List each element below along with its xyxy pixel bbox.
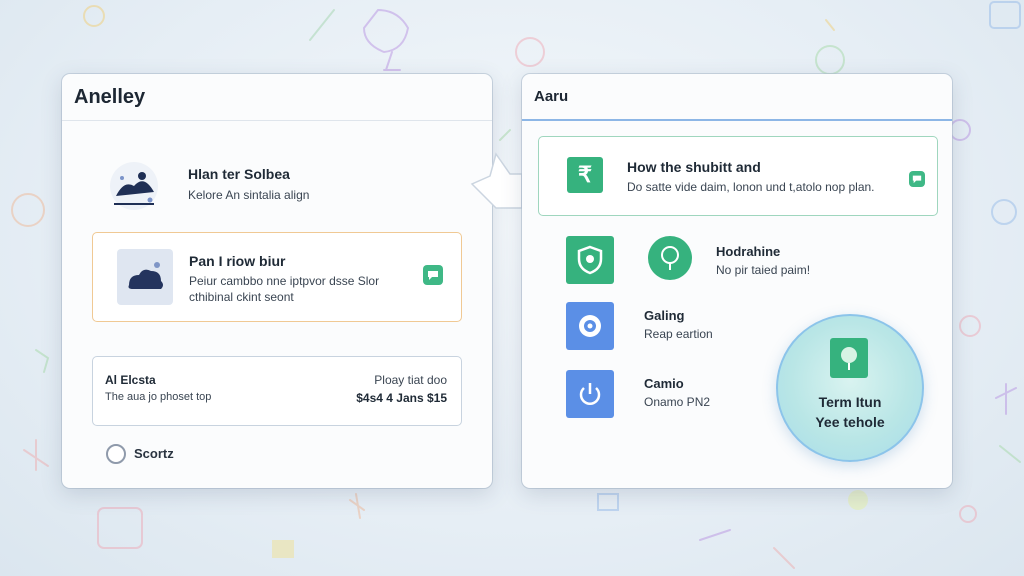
term-circle-button[interactable]: Term Itun Yee tehole (776, 314, 924, 462)
radio-label: Scortz (134, 446, 174, 461)
summary-right-title: Ploay tiat doo (374, 373, 447, 387)
list-item-hlan[interactable]: Hlan ter Solbea Kelore An sintalia align (106, 156, 466, 216)
chat-icon[interactable] (909, 171, 925, 187)
card-price-summary[interactable]: Al Elcsta The aua jo phoset top Ploay ti… (92, 356, 462, 426)
rupee-icon: ₹ (567, 157, 603, 193)
item-hodrahine-subtitle: No pir taied paim! (716, 263, 811, 277)
summary-price: $4s4 4 Jans $15 (356, 391, 447, 405)
item-hodrahine-title: Hodrahine (716, 244, 781, 259)
card-pan-riow[interactable]: Pan I riow biur Peiur cambbo nne iptpvor… (92, 232, 462, 322)
circle-line1: Term Itun (818, 394, 882, 410)
item-camio-title: Camio (644, 376, 684, 391)
left-panel: Anelley Hlan ter Solbea Kelore An sintal… (62, 74, 492, 488)
card-title: Pan I riow biur (189, 253, 286, 269)
summary-left-title: Al Elcsta (105, 373, 156, 387)
connector-arrow-icon (470, 152, 523, 209)
tree-icon (830, 338, 868, 378)
card-title: How the shubitt and (627, 159, 761, 175)
right-panel: Aaru ₹ How the shubitt and Do satte vide… (522, 74, 952, 488)
illustration-icon (106, 158, 162, 214)
card-how-shubitt[interactable]: ₹ How the shubitt and Do satte vide daim… (538, 136, 938, 216)
item-camio-subtitle: Onamo PN2 (644, 395, 711, 409)
radio-scortz[interactable] (106, 444, 126, 464)
power-icon[interactable] (566, 370, 614, 418)
summary-left-sub: The aua jo phoset top (105, 391, 212, 403)
card-subtitle-line2: cthibinal ckint seont (189, 290, 294, 304)
shield-icon[interactable] (566, 236, 614, 284)
card-subtitle-line1: Peiur cambbo nne iptpvor dsse Slor (189, 274, 380, 288)
left-panel-title: Anelley (62, 74, 492, 121)
cloud-image-icon (117, 249, 173, 305)
tree-icon[interactable] (648, 236, 692, 280)
right-panel-title: Aaru (522, 74, 952, 121)
item-title: Hlan ter Solbea (188, 166, 290, 182)
target-icon[interactable] (566, 302, 614, 350)
chat-icon[interactable] (423, 265, 443, 285)
item-galing-title: Galing (644, 308, 685, 323)
item-galing-subtitle: Reap eartion (644, 327, 713, 341)
card-subtitle: Do satte vide daim, lonon und t,atolo no… (627, 180, 875, 194)
item-subtitle: Kelore An sintalia align (188, 188, 310, 202)
circle-line2: Yee tehole (815, 414, 885, 430)
